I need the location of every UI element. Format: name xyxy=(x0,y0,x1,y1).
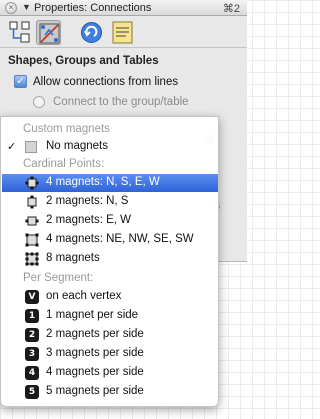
four-cardinal-magnets-icon xyxy=(25,176,39,190)
menu-item-label: 3 magnets per side xyxy=(46,347,144,359)
menu-item-label: 4 magnets: NE, NW, SE, SW xyxy=(46,233,194,245)
menu-item-no-magnets[interactable]: ✓ No magnets xyxy=(2,138,218,156)
menu-item-1-per-side[interactable]: 1 1 magnet per side xyxy=(2,307,218,325)
checkmark-icon: ✓ xyxy=(7,141,17,153)
vertex-magnet-icon: V xyxy=(25,290,39,304)
menu-item-4-per-side[interactable]: 4 4 magnets per side xyxy=(2,364,218,382)
menu-item-each-vertex[interactable]: V on each vertex xyxy=(2,288,218,306)
menu-header-custom: Custom magnets xyxy=(23,123,110,135)
allow-connections-label: Allow connections from lines xyxy=(33,75,179,88)
keyboard-shortcut: ⌘2 xyxy=(222,3,240,15)
menu-item-label: 4 magnets per side xyxy=(46,366,144,378)
connections-icon[interactable] xyxy=(36,20,61,45)
two-per-side-icon: 2 xyxy=(25,328,39,342)
menu-item-label: on each vertex xyxy=(46,290,122,302)
one-per-side-icon: 1 xyxy=(25,309,39,323)
section-title: Shapes, Groups and Tables xyxy=(8,55,159,67)
menu-item-label: 5 magnets per side xyxy=(46,385,144,397)
action-arrow-icon[interactable] xyxy=(79,20,104,45)
three-per-side-icon: 3 xyxy=(25,347,39,361)
diagram-icon[interactable] xyxy=(7,20,32,45)
menu-header-cardinal: Cardinal Points: xyxy=(23,158,105,170)
five-per-side-icon: 5 xyxy=(25,385,39,399)
menu-item-label: 2 magnets: N, S xyxy=(46,195,129,207)
menu-item-5-per-side[interactable]: 5 5 magnets per side xyxy=(2,383,218,401)
menu-item-label: 2 magnets: E, W xyxy=(46,214,132,226)
notes-icon[interactable] xyxy=(110,20,135,45)
menu-item-2-magnets-ew[interactable]: 2 magnets: E, W xyxy=(2,212,218,230)
menu-item-label: 1 magnet per side xyxy=(46,309,139,321)
inspector-toolbar xyxy=(0,16,247,48)
menu-item-label: 2 magnets per side xyxy=(46,328,144,340)
menu-item-8-magnets[interactable]: 8 magnets xyxy=(2,250,218,268)
window-title: Properties: Connections xyxy=(34,2,152,14)
two-vertical-magnets-icon xyxy=(25,195,39,209)
disclosure-triangle-icon[interactable]: ▼ xyxy=(22,2,31,12)
allow-connections-row[interactable]: ✓ Allow connections from lines xyxy=(14,75,178,88)
menu-item-4-magnets-nsew[interactable]: 4 magnets: N, S, E, W xyxy=(2,174,218,192)
menu-item-2-per-side[interactable]: 2 2 magnets per side xyxy=(2,326,218,344)
menu-item-label: 4 magnets: N, S, E, W xyxy=(46,176,160,188)
connect-to-group-radio[interactable] xyxy=(33,96,45,108)
menu-item-label: No magnets xyxy=(46,140,109,152)
four-corner-magnets-icon xyxy=(25,233,39,247)
menu-header-segment: Per Segment: xyxy=(23,272,94,284)
four-per-side-icon: 4 xyxy=(25,366,39,380)
menu-item-label: 8 magnets xyxy=(46,252,100,264)
menu-item-4-magnets-corners[interactable]: 4 magnets: NE, NW, SE, SW xyxy=(2,231,218,249)
connect-to-group-label: Connect to the group/table xyxy=(53,96,189,108)
magnets-popup-menu[interactable]: Custom magnets ✓ No magnets Cardinal Poi… xyxy=(0,116,219,407)
no-magnets-icon xyxy=(25,141,37,153)
menu-item-2-magnets-ns[interactable]: 2 magnets: N, S xyxy=(2,193,218,211)
connect-to-group-row[interactable]: Connect to the group/table xyxy=(33,96,189,108)
two-horizontal-magnets-icon xyxy=(25,214,39,228)
allow-connections-checkbox[interactable]: ✓ xyxy=(14,75,27,88)
menu-item-3-per-side[interactable]: 3 3 magnets per side xyxy=(2,345,218,363)
eight-magnets-icon xyxy=(25,252,39,266)
close-icon[interactable]: × xyxy=(5,2,17,14)
title-bar: × ▼ Properties: Connections ⌘2 xyxy=(0,0,247,16)
